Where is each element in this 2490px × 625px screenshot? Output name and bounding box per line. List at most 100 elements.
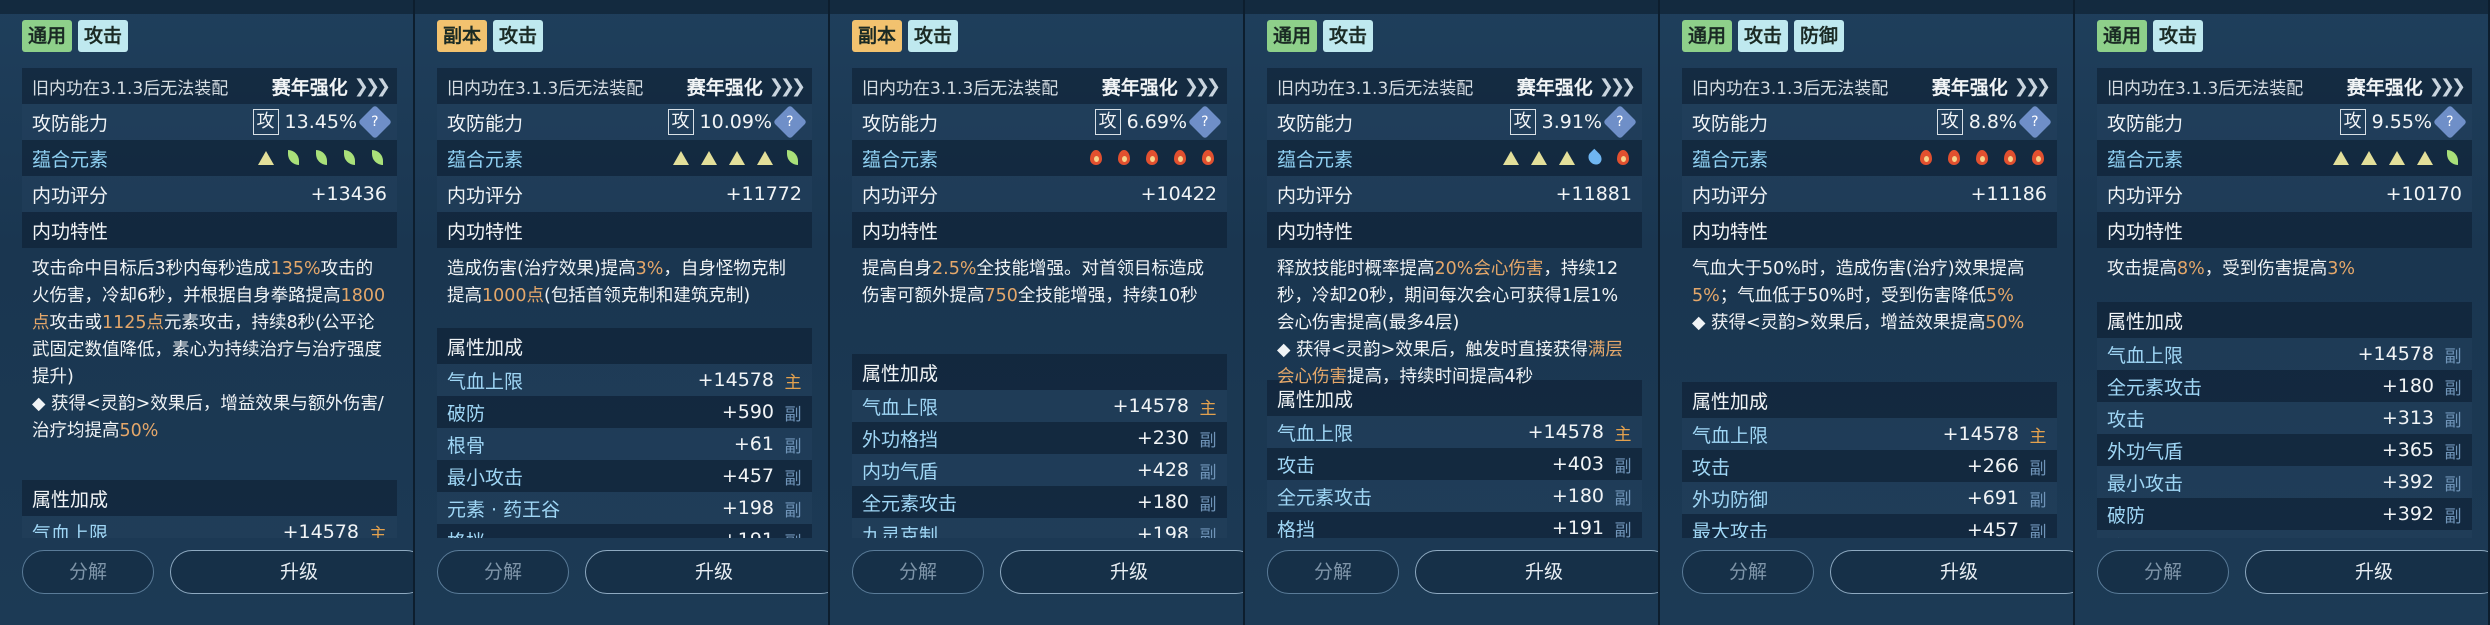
light-element-icon xyxy=(2360,149,2378,167)
season-enhance-label: 赛年强化 xyxy=(1516,76,1593,99)
help-icon[interactable]: ? xyxy=(358,105,392,139)
sub-stat-badge: 副 xyxy=(2029,458,2047,479)
attack-defense-label: 攻防能力 xyxy=(2107,112,2184,135)
upgrade-button[interactable]: 升级 xyxy=(585,550,828,594)
stats-list: 气血上限 +14578 主外功格挡 +230 副内功气盾 +428 副全元素攻击 +180 副九… xyxy=(852,390,1227,538)
decompose-button[interactable]: 分解 xyxy=(22,550,154,594)
incompatibility-notice: 旧内功在3.1.3后无法装配 xyxy=(2107,78,2304,99)
stat-row: 最小攻击 +457 副 xyxy=(437,460,812,492)
stat-value: +14578 xyxy=(282,521,359,538)
elements-label: 蕴合元素 xyxy=(447,148,524,171)
stat-value-group: +14578 副 xyxy=(2358,342,2462,367)
upgrade-button[interactable]: 升级 xyxy=(1415,550,1658,594)
inner-skill-card: 通用 攻击 旧内功在3.1.3后无法装配 赛年强化 ❯❯❯ 攻防能力攻 3.91%? 蕴合元素… xyxy=(1245,0,1660,625)
upgrade-button[interactable]: 升级 xyxy=(1830,550,2073,594)
stat-name: 根骨 xyxy=(447,434,486,457)
category-tag: 通用 xyxy=(22,20,73,52)
sub-stat-badge: 副 xyxy=(2029,522,2047,539)
sub-stat-badge: 副 xyxy=(1199,462,1217,483)
sub-stat-badge: 副 xyxy=(784,528,802,539)
stat-name: 气血上限 xyxy=(32,522,109,539)
fire-element-icon xyxy=(1614,149,1632,167)
category-tag: 攻击 xyxy=(78,20,129,52)
stat-value: +14578 xyxy=(1527,421,1604,443)
stat-value: +14578 xyxy=(1942,423,2019,445)
stat-row: 气血上限 +14578 副 xyxy=(2097,338,2472,370)
upgrade-button[interactable]: 升级 xyxy=(1000,550,1243,594)
highlight-value: 5% xyxy=(1986,286,2014,306)
help-glyph: ? xyxy=(1201,114,1209,130)
stat-row: 外功防御 +691 副 xyxy=(1682,482,2057,514)
decompose-button[interactable]: 分解 xyxy=(437,550,569,594)
score-value: +11772 xyxy=(725,183,802,205)
upgrade-button[interactable]: 升级 xyxy=(2245,550,2488,594)
stat-name: 全元素攻击 xyxy=(2107,376,2203,399)
inner-skill-card: 通用 攻击 旧内功在3.1.3后无法装配 赛年强化 ❯❯❯ 攻防能力 攻 13.45%? 蕴合元… xyxy=(0,0,415,625)
score-value: +11186 xyxy=(1970,183,2047,205)
attack-type-icon: 攻 xyxy=(2339,109,2366,135)
element-icons xyxy=(1502,149,1632,167)
stat-value-group: +14578 主 xyxy=(1943,422,2047,447)
fire-element-icon xyxy=(1973,149,1991,167)
category-tag: 副本 xyxy=(437,20,488,52)
help-icon[interactable]: ? xyxy=(773,105,807,139)
description-text: ；气血低于50%时，受到伤害降低 xyxy=(1719,286,1987,306)
score-label: 内功评分 xyxy=(447,184,524,207)
score-label: 内功评分 xyxy=(862,184,939,207)
stat-value: +392 xyxy=(2381,471,2434,493)
sub-stat-badge: 副 xyxy=(1199,430,1217,451)
chevron-right-icon: ❯❯❯ xyxy=(768,75,806,97)
sub-stat-badge: 副 xyxy=(2444,410,2462,431)
decompose-button[interactable]: 分解 xyxy=(1682,550,1814,594)
upgrade-button[interactable]: 升级 xyxy=(170,550,413,594)
stat-row: 攻击 +403 副 xyxy=(1267,448,1642,480)
help-icon[interactable]: ? xyxy=(2433,105,2467,139)
light-element-icon xyxy=(2332,149,2350,167)
help-icon[interactable]: ? xyxy=(1188,105,1222,139)
stats-header: 属性加成 xyxy=(2097,302,2472,338)
description-text: 气血大于50%时，造成伤害(治疗)效果提高 xyxy=(1692,259,2025,279)
elements-row: 蕴合元素 xyxy=(1267,140,1642,176)
wood-element-icon xyxy=(369,149,387,167)
stat-value-group: +691 副 xyxy=(1967,486,2047,511)
season-enhance-label: 赛年强化 xyxy=(1101,76,1178,99)
decompose-button[interactable]: 分解 xyxy=(2097,550,2229,594)
highlight-value: 3% xyxy=(2327,259,2356,279)
season-enhance-link[interactable]: 赛年强化 ❯❯❯ xyxy=(1932,73,2051,100)
notice-row: 旧内功在3.1.3后无法装配 赛年强化 ❯❯❯ xyxy=(1267,68,1642,104)
stat-value: +252 xyxy=(2382,535,2434,538)
stats-label: 属性加成 xyxy=(32,488,109,511)
inner-skill-card: 通用 攻击 旧内功在3.1.3后无法装配 赛年强化 ❯❯❯ 攻防能力攻 9.55%? 蕴合元素… xyxy=(2075,0,2490,625)
chevron-right-icon: ❯❯❯ xyxy=(353,75,391,97)
fire-element-icon xyxy=(2001,149,2019,167)
season-enhance-link[interactable]: 赛年强化 ❯❯❯ xyxy=(1101,73,1221,100)
highlight-value: 750 xyxy=(984,286,1018,306)
attack-defense-label: 攻防能力 xyxy=(32,112,109,135)
season-enhance-link[interactable]: 赛年强化 ❯❯❯ xyxy=(687,73,806,100)
light-element-icon xyxy=(257,149,275,167)
description-text: 攻击或 xyxy=(49,313,103,333)
highlight-value: 50% xyxy=(119,421,159,441)
elements-row: 蕴合元素 xyxy=(852,140,1227,176)
stat-name: 最大攻击 xyxy=(1692,520,1769,539)
sub-stat-badge: 副 xyxy=(784,404,802,425)
decompose-button[interactable]: 分解 xyxy=(1267,550,1399,594)
decompose-button[interactable]: 分解 xyxy=(852,550,984,594)
stat-value-group: +61 副 xyxy=(734,432,802,457)
stat-name: 九灵克制 xyxy=(862,524,939,539)
help-icon[interactable]: ? xyxy=(2018,105,2052,139)
stat-value: +61 xyxy=(733,433,774,455)
season-enhance-link[interactable]: 赛年强化 ❯❯❯ xyxy=(1516,73,1636,100)
stat-value-group: +14578 主 xyxy=(1528,420,1632,445)
notice-row: 旧内功在3.1.3后无法装配 赛年强化 ❯❯❯ xyxy=(437,68,812,104)
trait-description: 释放技能时概率提高20%会心伤害，持续12秒，冷却20秒，期间每次会心可获得1层… xyxy=(1267,248,1642,387)
stat-value-group: +428 副 xyxy=(1137,458,1217,483)
attack-type-icon: 攻 xyxy=(1509,109,1536,135)
elements-label: 蕴合元素 xyxy=(1692,148,1769,171)
help-icon[interactable]: ? xyxy=(1603,105,1637,139)
notice-row: 旧内功在3.1.3后无法装配 赛年强化 ❯❯❯ xyxy=(1682,68,2057,104)
stats-label: 属性加成 xyxy=(447,336,524,359)
season-enhance-link[interactable]: 赛年强化 ❯❯❯ xyxy=(272,73,391,100)
season-enhance-link[interactable]: 赛年强化 ❯❯❯ xyxy=(2347,73,2466,100)
tag-group: 通用 攻击 防御 xyxy=(1682,20,1845,52)
